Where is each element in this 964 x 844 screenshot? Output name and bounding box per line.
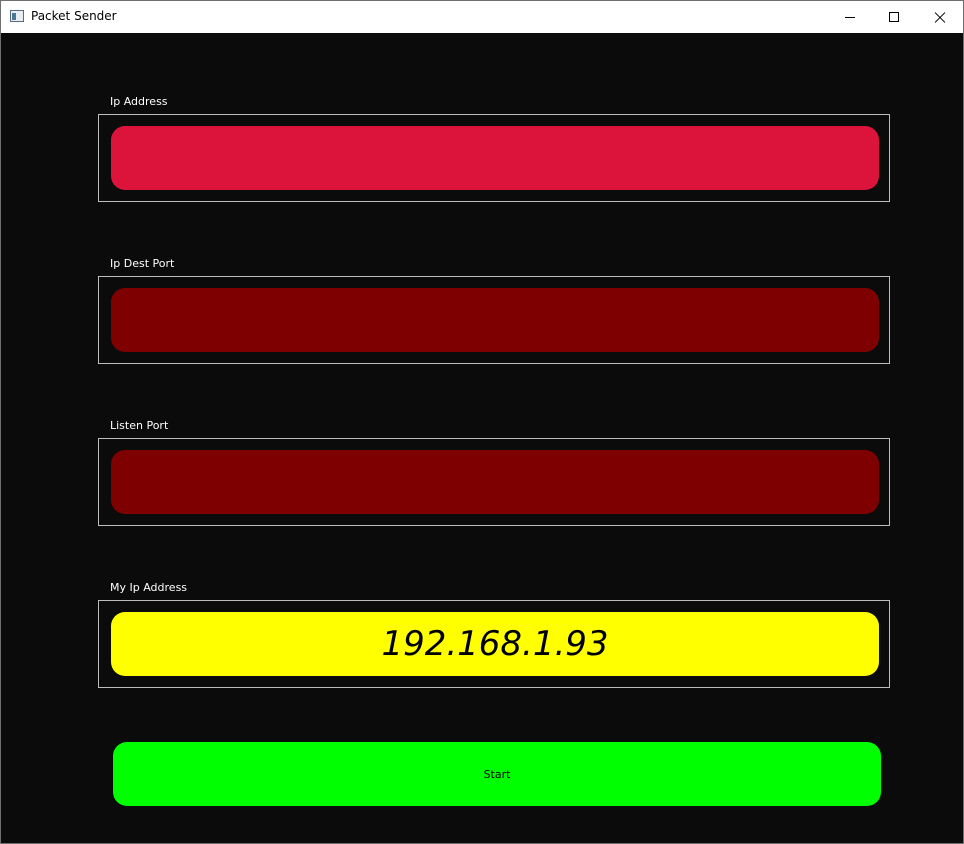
ip-dest-port-label: Ip Dest Port bbox=[110, 257, 175, 270]
start-button[interactable]: Start bbox=[113, 742, 881, 806]
listen-port-input[interactable] bbox=[111, 450, 879, 514]
my-ip-address-value: 192.168.1.93 bbox=[381, 624, 609, 664]
window-title: Packet Sender bbox=[31, 9, 117, 23]
title-bar[interactable]: Packet Sender bbox=[1, 1, 963, 33]
ip-address-frame bbox=[98, 114, 890, 202]
my-ip-address-label: My Ip Address bbox=[110, 581, 188, 594]
my-ip-address-frame: 192.168.1.93 bbox=[98, 600, 890, 688]
listen-port-label: Listen Port bbox=[110, 419, 169, 432]
ip-address-label: Ip Address bbox=[110, 95, 168, 108]
minimize-icon[interactable] bbox=[829, 1, 875, 33]
ip-dest-port-frame bbox=[98, 276, 890, 364]
start-button-label: Start bbox=[483, 767, 511, 781]
ip-address-input[interactable] bbox=[111, 126, 879, 190]
close-icon[interactable] bbox=[917, 1, 963, 33]
listen-port-frame bbox=[98, 438, 890, 526]
ip-dest-port-input[interactable] bbox=[111, 288, 879, 352]
app-window: Packet Sender Ip Address Ip Dest Port Li… bbox=[0, 0, 964, 844]
my-ip-address-display: 192.168.1.93 bbox=[111, 612, 879, 676]
app-icon bbox=[10, 10, 24, 22]
maximize-icon[interactable] bbox=[872, 1, 918, 33]
